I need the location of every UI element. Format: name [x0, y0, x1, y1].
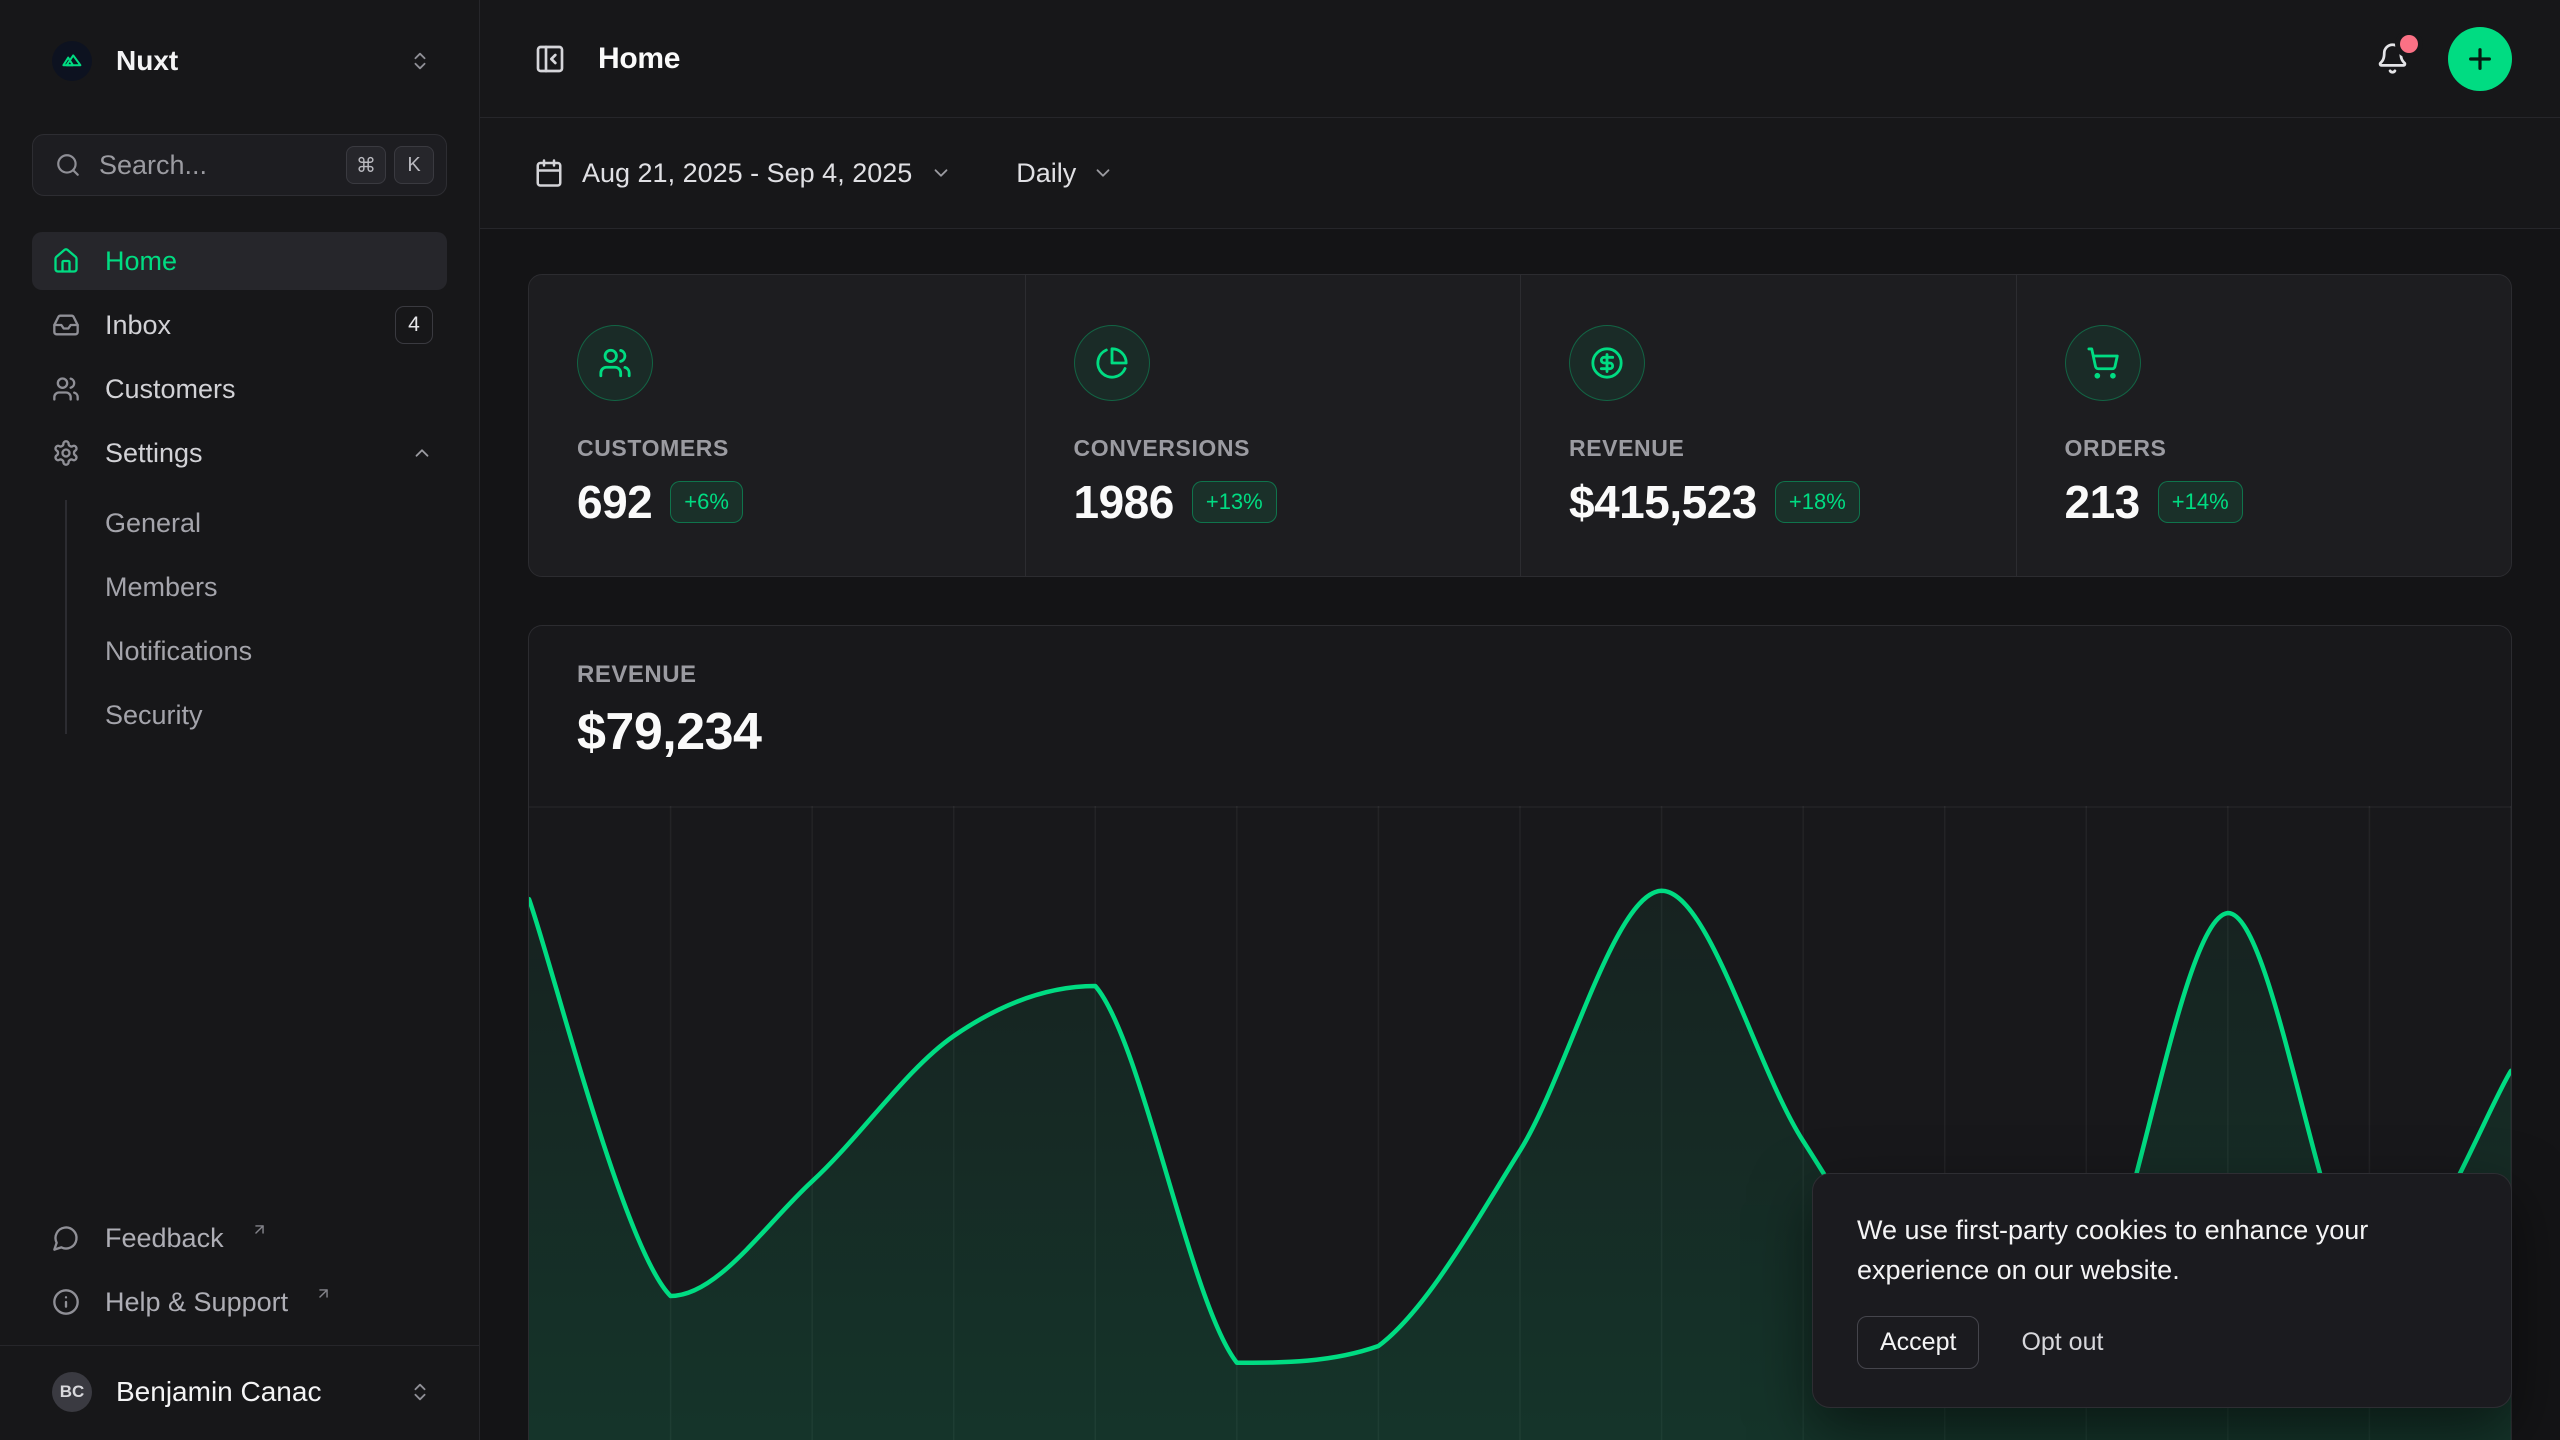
stat-label: CUSTOMERS	[577, 435, 995, 462]
calendar-icon	[534, 158, 564, 188]
user-name: Benjamin Canac	[116, 1376, 385, 1408]
chevron-up-icon	[411, 442, 433, 464]
feedback-link[interactable]: Feedback	[32, 1209, 447, 1267]
stat-label: CONVERSIONS	[1074, 435, 1491, 462]
date-range-picker[interactable]: Aug 21, 2025 - Sep 4, 2025	[528, 148, 958, 199]
stat-delta-badge: +13%	[1192, 481, 1277, 523]
external-link-icon	[315, 1285, 332, 1302]
settings-subnav: General Members Notifications Security	[32, 494, 447, 744]
stat-value: 213	[2065, 475, 2140, 529]
page-header: Home	[480, 0, 2560, 118]
info-circle-icon	[52, 1288, 80, 1316]
granularity-select[interactable]: Daily	[1010, 148, 1120, 199]
sidebar-item-home[interactable]: Home	[32, 232, 447, 290]
footer-item-label: Help & Support	[105, 1287, 288, 1318]
kbd-k: K	[394, 146, 434, 184]
sidebar-item-members[interactable]: Members	[32, 558, 447, 616]
sub-item-label: Members	[105, 572, 218, 603]
inbox-icon	[52, 311, 80, 339]
sidebar-item-security[interactable]: Security	[32, 686, 447, 744]
sidebar-spacer	[32, 744, 447, 1209]
sidebar-user-section: BC Benjamin Canac	[0, 1345, 479, 1440]
date-range-label: Aug 21, 2025 - Sep 4, 2025	[582, 158, 912, 189]
sidebar-item-notifications[interactable]: Notifications	[32, 622, 447, 680]
sidebar-item-settings[interactable]: Settings	[32, 424, 447, 482]
panel-left-close-icon	[534, 43, 566, 75]
notification-dot	[2400, 35, 2418, 53]
help-support-link[interactable]: Help & Support	[32, 1273, 447, 1331]
granularity-label: Daily	[1016, 158, 1076, 189]
page-title: Home	[598, 42, 680, 76]
home-icon	[52, 247, 80, 275]
chevrons-up-down-icon	[409, 50, 431, 72]
stat-label: REVENUE	[1569, 435, 1986, 462]
cookie-actions: Accept Opt out	[1857, 1316, 2467, 1369]
sidebar: Nuxt Search... ⌘ K	[0, 0, 480, 1440]
add-button[interactable]	[2448, 27, 2512, 91]
footer-item-label: Feedback	[105, 1223, 224, 1254]
workspace-name: Nuxt	[116, 45, 385, 77]
stat-customers[interactable]: CUSTOMERS 692 +6%	[529, 275, 1025, 576]
sidebar-item-inbox[interactable]: Inbox 4	[32, 296, 447, 354]
circle-dollar-icon	[1569, 325, 1645, 401]
pie-chart-icon	[1074, 325, 1150, 401]
sub-item-label: General	[105, 508, 201, 539]
revenue-chart-label: REVENUE	[577, 661, 2463, 689]
stat-revenue[interactable]: REVENUE $415,523 +18%	[1520, 275, 2016, 576]
stat-delta-badge: +14%	[2158, 481, 2243, 523]
cookie-message: We use first-party cookies to enhance yo…	[1857, 1210, 2457, 1290]
gear-icon	[52, 439, 80, 467]
user-menu[interactable]: BC Benjamin Canac	[32, 1360, 447, 1424]
stat-orders[interactable]: ORDERS 213 +14%	[2016, 275, 2512, 576]
stats-card: CUSTOMERS 692 +6% CONVERSIONS 1986	[528, 274, 2512, 577]
sidebar-item-label: Home	[105, 246, 177, 277]
cookie-banner: We use first-party cookies to enhance yo…	[1812, 1173, 2512, 1408]
chevrons-up-down-icon	[409, 1381, 431, 1403]
external-link-icon	[251, 1221, 268, 1238]
sidebar-nav: Home Inbox 4 C	[32, 232, 447, 744]
nuxt-logo-icon	[52, 41, 92, 81]
stat-label: ORDERS	[2065, 435, 2482, 462]
stat-value: 1986	[1074, 475, 1174, 529]
shopping-cart-icon	[2065, 325, 2141, 401]
plus-icon	[2464, 43, 2496, 75]
revenue-chart-value: $79,234	[577, 702, 2463, 762]
stat-delta-badge: +6%	[670, 481, 743, 523]
sidebar-item-customers[interactable]: Customers	[32, 360, 447, 418]
stat-value: 692	[577, 475, 652, 529]
avatar: BC	[52, 1372, 92, 1412]
sub-item-label: Security	[105, 700, 203, 731]
chevron-down-icon	[1092, 162, 1114, 184]
sidebar-item-label: Inbox	[105, 310, 171, 341]
stat-value: $415,523	[1569, 475, 1757, 529]
filters-toolbar: Aug 21, 2025 - Sep 4, 2025 Daily	[480, 118, 2560, 229]
sidebar-item-label: Customers	[105, 374, 236, 405]
stat-conversions[interactable]: CONVERSIONS 1986 +13%	[1025, 275, 1521, 576]
accept-button[interactable]: Accept	[1857, 1316, 1979, 1369]
search-shortcut: ⌘ K	[346, 146, 434, 184]
opt-out-button[interactable]: Opt out	[2017, 1317, 2107, 1368]
stat-delta-badge: +18%	[1775, 481, 1860, 523]
revenue-chart-header: REVENUE $79,234	[529, 626, 2511, 762]
workspace-switcher[interactable]: Nuxt	[32, 30, 447, 92]
sidebar-item-general[interactable]: General	[32, 494, 447, 552]
sub-item-label: Notifications	[105, 636, 252, 667]
search-input[interactable]: Search... ⌘ K	[32, 134, 447, 196]
search-icon	[55, 152, 81, 178]
sidebar-item-label: Settings	[105, 438, 203, 469]
message-bubble-icon	[52, 1224, 80, 1252]
sidebar-footer: Feedback Help & Support	[32, 1209, 447, 1345]
search-placeholder: Search...	[99, 150, 328, 181]
chevron-down-icon	[930, 162, 952, 184]
inbox-count-badge: 4	[395, 306, 433, 344]
sidebar-collapse-button[interactable]	[528, 37, 572, 81]
kbd-cmd: ⌘	[346, 146, 386, 184]
header-actions	[2370, 27, 2512, 91]
users-icon	[577, 325, 653, 401]
users-icon	[52, 375, 80, 403]
